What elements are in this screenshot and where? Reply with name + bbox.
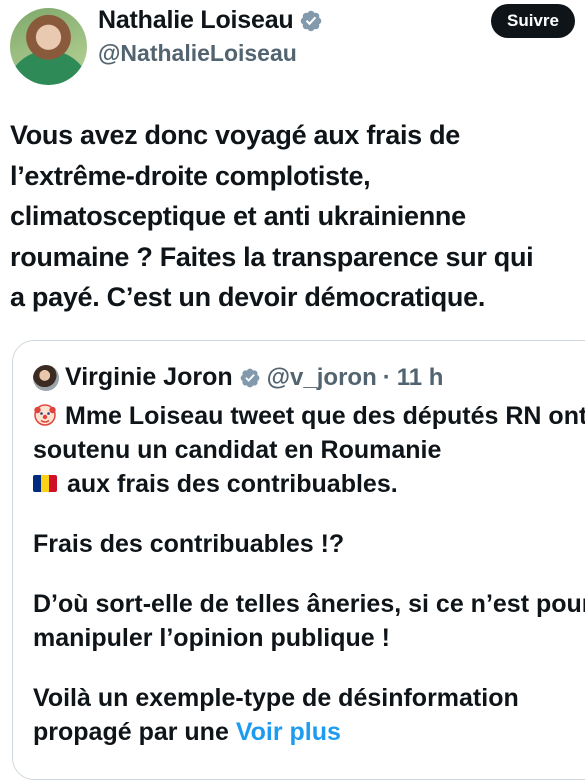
quoted-author-handle[interactable]: @v_joron bbox=[267, 364, 377, 392]
clown-face-emoji-icon bbox=[34, 404, 56, 426]
author-name-row: Nathalie Loiseau bbox=[98, 6, 323, 35]
quoted-line-4: Voilà un exemple-type de désinformation bbox=[33, 684, 519, 712]
quoted-paragraph-1: Mme Loiseau tweet que des députés RN ont… bbox=[33, 399, 585, 501]
quoted-paragraph-4: Voilà un exemple-type de désinformation … bbox=[33, 681, 585, 749]
separator-dot: · bbox=[382, 363, 391, 391]
quoted-tweet-text: Mme Loiseau tweet que des députés RN ont… bbox=[33, 399, 585, 775]
verified-badge-icon bbox=[240, 368, 260, 387]
quoted-author-avatar[interactable] bbox=[33, 364, 59, 391]
quoted-line-4-cont: propagé par une bbox=[33, 718, 229, 746]
author-name[interactable]: Nathalie Loiseau bbox=[98, 6, 294, 35]
verified-badge-icon bbox=[301, 10, 322, 31]
quoted-paragraph-3: D’où sort-elle de telles âneries, si ce … bbox=[33, 590, 585, 652]
quoted-line-1: Mme Loiseau tweet que des députés RN ont… bbox=[33, 402, 585, 464]
show-more-link[interactable]: Voir plus bbox=[236, 718, 341, 746]
quoted-tweet[interactable]: Virginie Joron @v_joron · 11 h Mme Loise… bbox=[12, 340, 585, 780]
author-handle[interactable]: @NathalieLoiseau bbox=[98, 40, 297, 67]
author-avatar[interactable] bbox=[10, 8, 87, 85]
follow-button[interactable]: Suivre bbox=[491, 4, 575, 38]
quoted-author-name[interactable]: Virginie Joron bbox=[65, 363, 233, 392]
quoted-timestamp[interactable]: 11 h bbox=[397, 364, 444, 392]
quoted-paragraph-2: Frais des contribuables !? bbox=[33, 530, 345, 558]
quoted-tweet-header: Virginie Joron @v_joron · 11 h bbox=[33, 363, 443, 392]
quoted-line-2: aux frais des contribuables. bbox=[67, 470, 398, 498]
romania-flag-emoji-icon bbox=[33, 475, 57, 492]
tweet-text: Vous avez donc voyagé aux frais de l’ext… bbox=[10, 120, 534, 312]
